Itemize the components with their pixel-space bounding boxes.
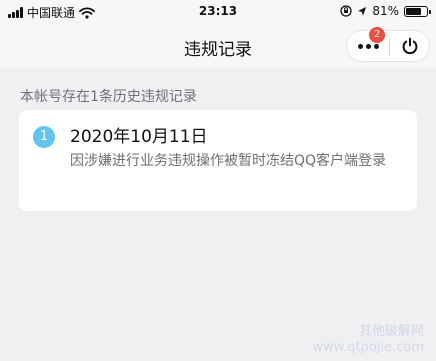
battery-fill (406, 7, 422, 15)
violation-notice: 本帐号存在1条历史违规记录 (20, 89, 197, 105)
close-button[interactable] (390, 31, 430, 61)
watermark-line-2: www.qtpojie.com (312, 340, 424, 355)
record-card: 1 2020年10月11日 因涉嫌进行业务违规操作被暂时冻结QQ客户端登录 (19, 110, 417, 211)
menu-capsule: 2 (346, 27, 430, 62)
nav-bar: 违规记录 2 (0, 26, 436, 68)
power-icon (402, 37, 418, 55)
status-right: 81% (340, 4, 431, 18)
record-index: 1 (33, 126, 55, 148)
battery-percent: 81% (372, 4, 399, 18)
battery-icon (404, 5, 431, 17)
lock-rotation-icon (340, 5, 352, 17)
notification-badge: 2 (369, 27, 385, 43)
record-description: 因涉嫌进行业务违规操作被暂时冻结QQ客户端登录 (70, 153, 387, 169)
more-button[interactable]: 2 (347, 27, 389, 61)
record-date: 2020年10月11日 (70, 127, 208, 147)
watermark-line-1: 其他破解网 (358, 324, 424, 339)
more-icon (357, 43, 379, 49)
location-icon (358, 6, 367, 16)
watermark: 其他破解网 www.qtpojie.com (312, 324, 424, 356)
status-bar: 中国联通 23:13 81% (0, 0, 436, 26)
screen: 中国联通 23:13 81% 违规记录 2 本帐号存在1条历史违规记录 1 20… (0, 0, 436, 361)
